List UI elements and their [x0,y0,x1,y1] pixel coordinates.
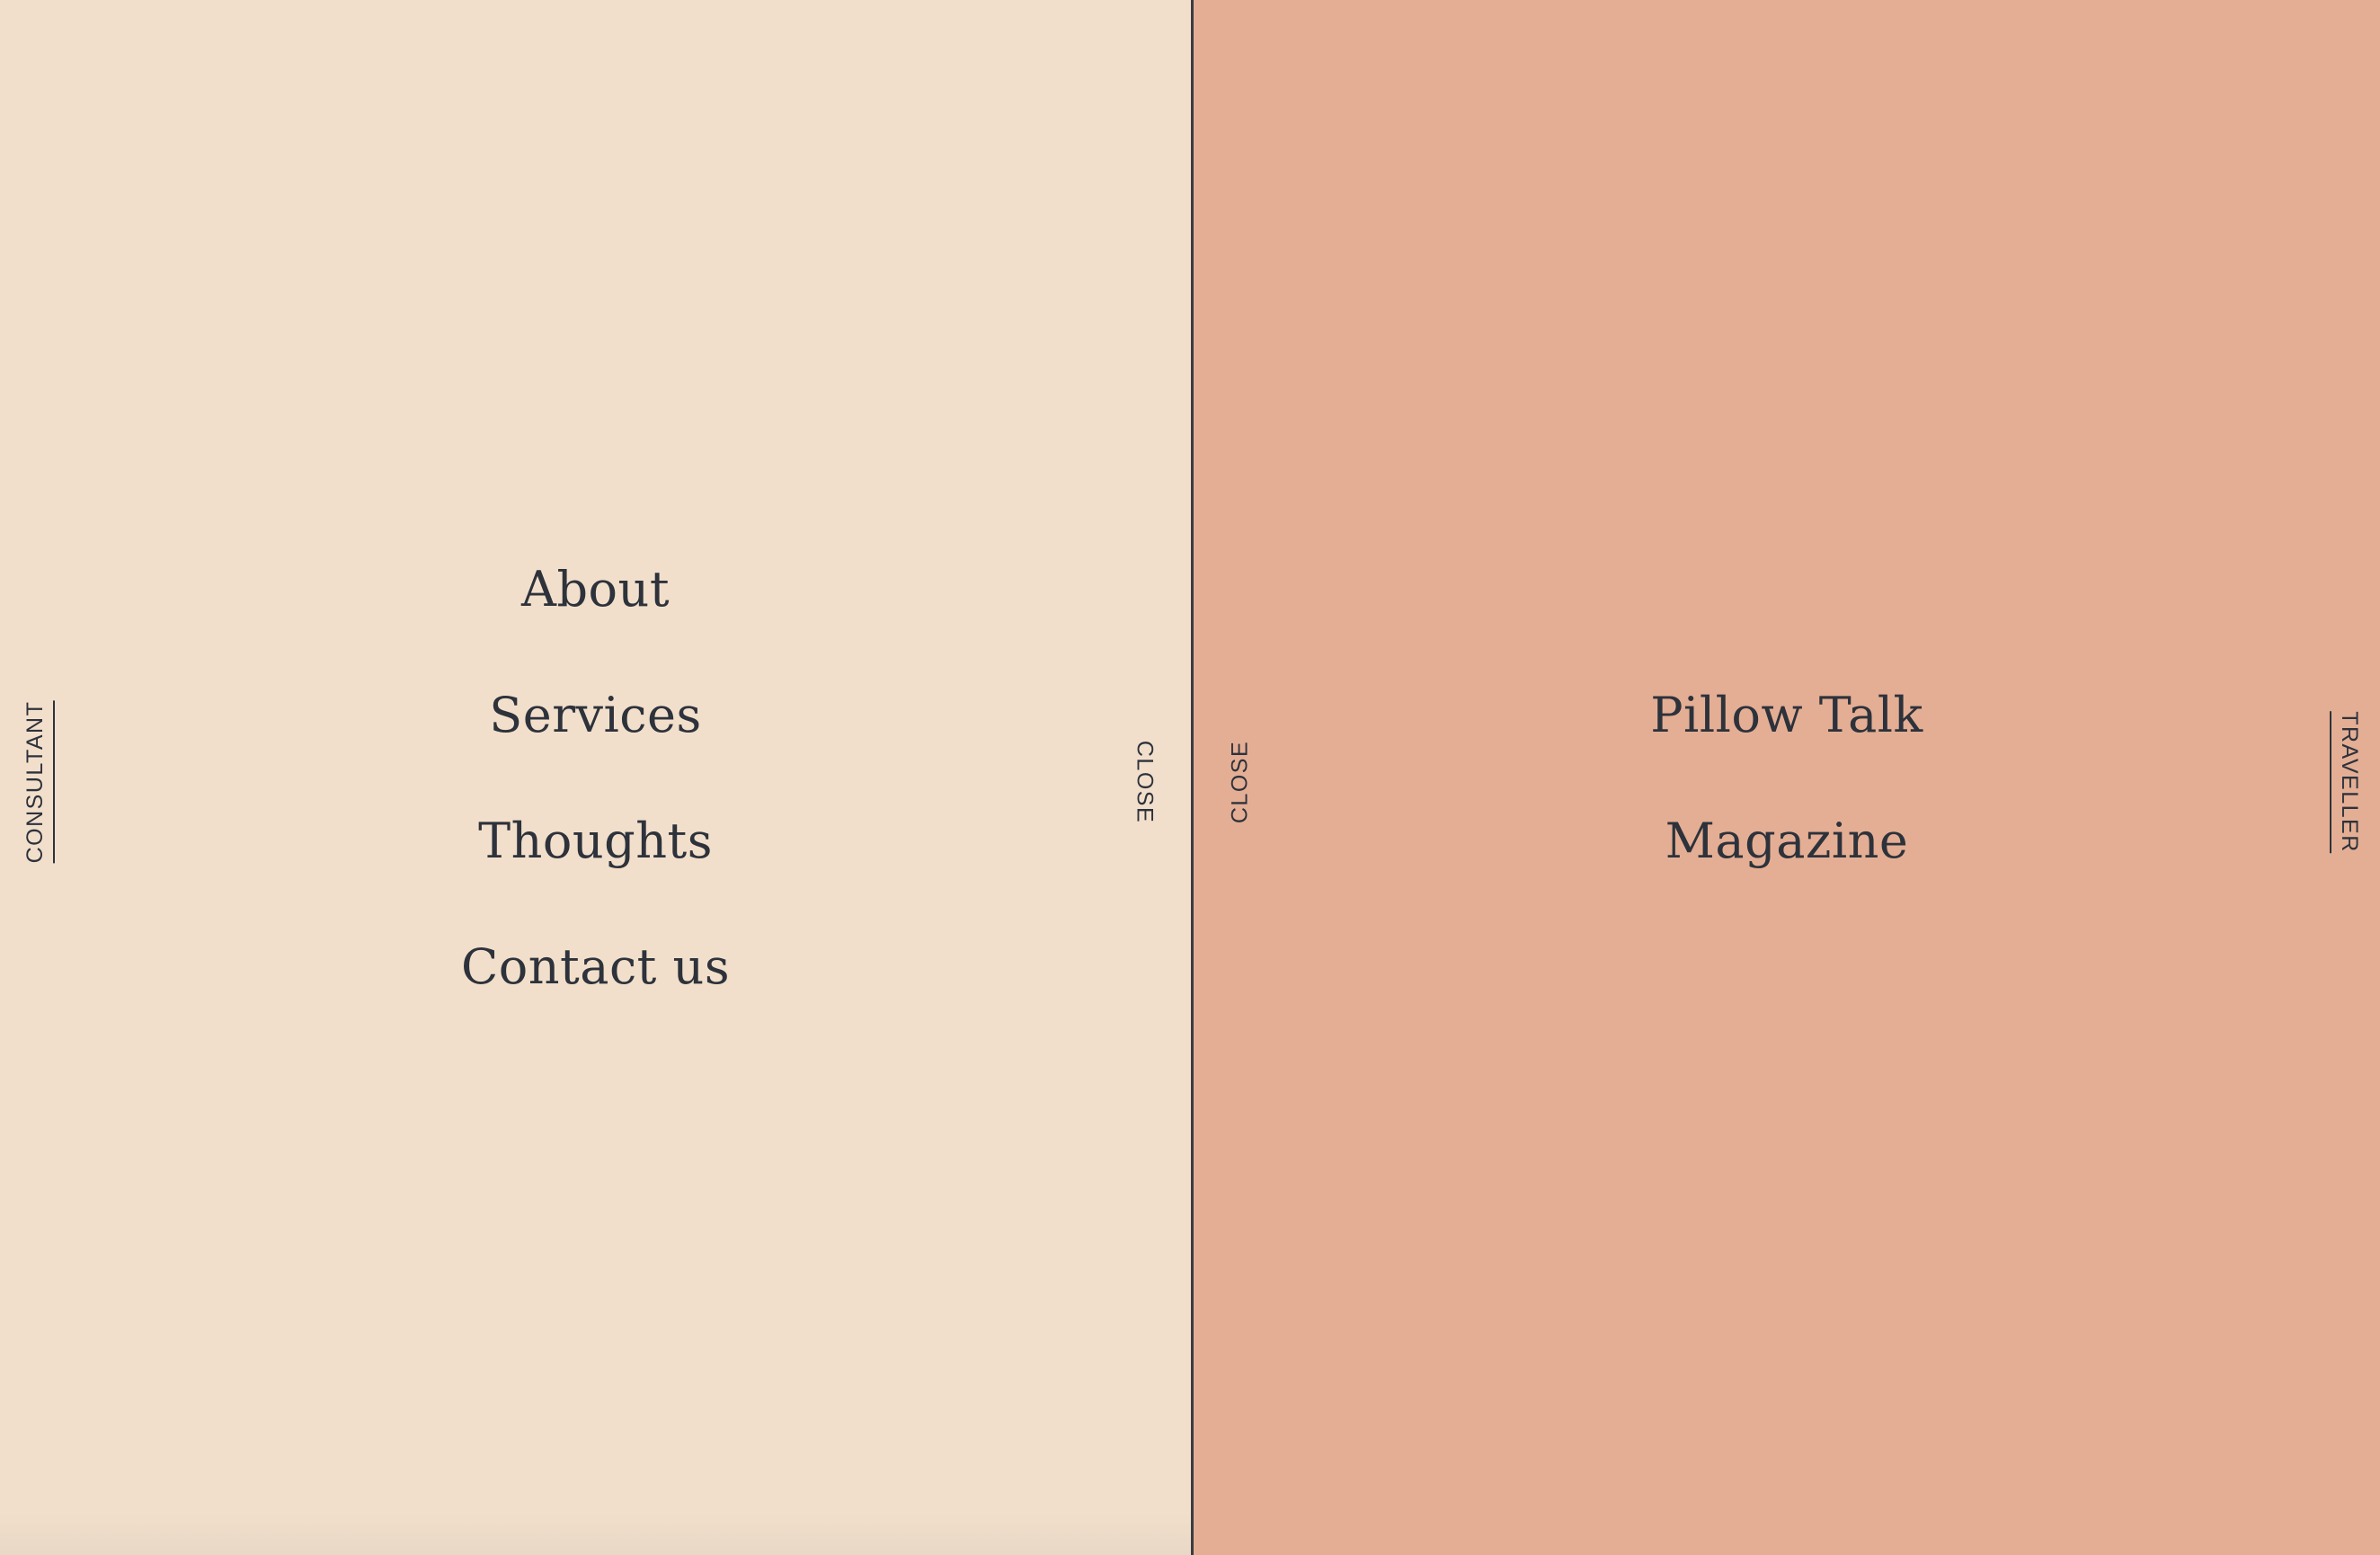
menu-item-pillow-talk[interactable]: Pillow Talk [1194,678,2380,804]
menu-item-thoughts[interactable]: Thoughts [0,804,1191,929]
traveller-panel: CLOSE Pillow Talk Magazine TRAVELLER [1194,0,2380,1555]
consultant-menu: About Services Thoughts Contact us [0,552,1191,1055]
menu-item-about[interactable]: About [0,552,1191,678]
traveller-menu: Pillow Talk Magazine [1194,678,2380,929]
consultant-panel: CONSULTANT About Services Thoughts Conta… [0,0,1191,1555]
close-button-left[interactable]: CLOSE [1132,741,1158,823]
menu-item-services[interactable]: Services [0,678,1191,804]
traveller-label[interactable]: TRAVELLER [2330,711,2362,853]
menu-item-contact-us[interactable]: Contact us [0,929,1191,1055]
menu-item-magazine[interactable]: Magazine [1194,804,2380,929]
